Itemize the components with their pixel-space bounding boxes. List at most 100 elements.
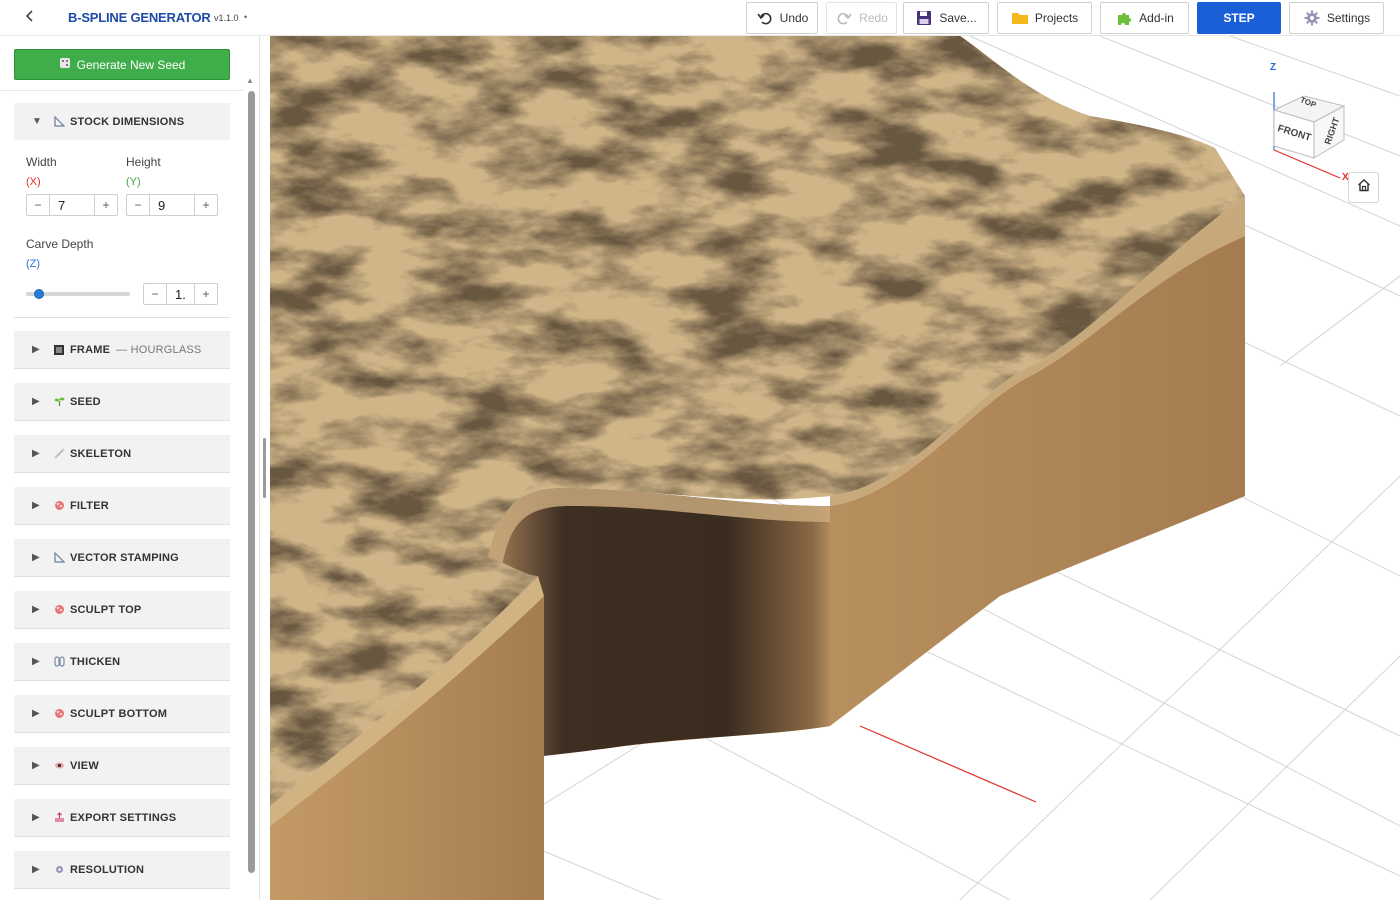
sidebar: Generate New Seed ▼ STOCK DIMENSIONS Wid… — [0, 36, 260, 900]
generate-new-seed-label: Generate New Seed — [76, 57, 186, 72]
section-thicken[interactable]: ▶ THICKEN — [14, 643, 230, 681]
carve-depth-label: Carve Depth — [26, 237, 94, 251]
section-title: THICKEN — [70, 655, 121, 668]
undo-icon — [756, 9, 774, 27]
unsaved-indicator: • — [244, 12, 248, 22]
section-title: SCULPT TOP — [70, 603, 142, 616]
section-vector-stamping[interactable]: ▶ VECTOR STAMPING — [14, 539, 230, 577]
carve-depth-slider-handle[interactable] — [34, 289, 44, 299]
section-view[interactable]: ▶ VIEW — [14, 747, 230, 785]
home-view-button[interactable] — [1348, 172, 1379, 203]
projects-label: Projects — [1034, 11, 1079, 25]
film-frame-icon — [52, 343, 66, 357]
triangle-right-icon: ▶ — [32, 500, 40, 511]
folder-icon — [1011, 9, 1029, 27]
carve-depth-increment-button[interactable]: + — [195, 284, 217, 304]
seedling-icon — [52, 395, 66, 409]
height-input[interactable]: 9 — [149, 195, 195, 215]
width-label: Width — [26, 155, 57, 169]
top-bar: B-SPLINE GENERATOR v1.1.0 • Undo Redo Sa… — [0, 0, 1400, 36]
triangle-right-icon: ▶ — [32, 864, 40, 875]
triangle-right-icon: ▶ — [32, 396, 40, 407]
floppy-disk-icon — [915, 9, 933, 27]
scroll-up-arrow-icon[interactable]: ▲ — [246, 76, 254, 85]
ruler-triangle-icon — [52, 115, 66, 129]
section-resolution[interactable]: ▶ RESOLUTION — [14, 851, 230, 889]
chevron-left-icon — [25, 9, 35, 27]
width-increment-button[interactable]: + — [95, 195, 117, 215]
palette-icon — [52, 603, 66, 617]
section-title: FRAME — [70, 343, 111, 356]
carve-depth-axis-label: (Z) — [26, 258, 41, 270]
triangle-right-icon: ▶ — [32, 708, 40, 719]
triangle-right-icon: ▶ — [32, 760, 40, 771]
gear-icon — [1303, 9, 1321, 27]
triangle-down-icon: ▼ — [32, 116, 42, 127]
redo-icon — [835, 9, 853, 27]
section-export-settings[interactable]: ▶ EXPORT SETTINGS — [14, 799, 230, 837]
export-tray-icon — [52, 811, 66, 825]
triangle-right-icon: ▶ — [32, 448, 40, 459]
width-stepper: − 7 + — [26, 194, 118, 216]
bone-icon — [52, 447, 66, 461]
eye-icon — [52, 759, 66, 773]
projects-button[interactable]: Projects — [997, 2, 1092, 34]
addin-label: Add-in — [1139, 11, 1174, 25]
undo-button[interactable]: Undo — [746, 2, 818, 34]
chain-link-icon — [52, 655, 66, 669]
panel-resize-handle[interactable] — [263, 438, 266, 498]
step-export-button[interactable]: STEP — [1197, 2, 1281, 34]
divider — [0, 90, 244, 91]
viewport-canvas[interactable] — [270, 36, 1400, 900]
puzzle-piece-icon — [1115, 9, 1133, 27]
section-stock-dimensions[interactable]: ▼ STOCK DIMENSIONS — [14, 103, 230, 141]
carve-depth-input[interactable]: 1. — [166, 284, 195, 304]
save-button[interactable]: Save... — [903, 2, 989, 34]
section-seed[interactable]: ▶ SEED — [14, 383, 230, 421]
redo-button[interactable]: Redo — [826, 2, 897, 34]
stock-dimensions-panel: Width (X) − 7 + Height (Y) − 9 + Carve D… — [14, 140, 230, 318]
app-title: B-SPLINE GENERATOR — [68, 10, 211, 25]
triangle-right-icon: ▶ — [32, 552, 40, 563]
undo-label: Undo — [779, 11, 809, 25]
triangle-right-icon: ▶ — [32, 604, 40, 615]
axis-z-label: Z — [1270, 62, 1277, 73]
height-axis-label: (Y) — [126, 176, 141, 188]
3d-viewport[interactable]: TOP FRONT RIGHT Z X — [270, 36, 1400, 900]
addin-button[interactable]: Add-in — [1100, 2, 1189, 34]
carve-depth-decrement-button[interactable]: − — [144, 284, 166, 304]
ruler-triangle-icon — [52, 551, 66, 565]
section-title: VIEW — [70, 759, 99, 772]
back-button[interactable] — [18, 6, 42, 30]
section-title: VECTOR STAMPING — [70, 551, 179, 564]
section-sculpt-top[interactable]: ▶ SCULPT TOP — [14, 591, 230, 629]
step-label: STEP — [1223, 11, 1255, 25]
section-title: SEED — [70, 395, 101, 408]
width-decrement-button[interactable]: − — [27, 195, 49, 215]
height-label: Height — [126, 155, 161, 169]
triangle-right-icon: ▶ — [32, 812, 40, 823]
carve-depth-stepper: − 1. + — [143, 283, 218, 305]
height-decrement-button[interactable]: − — [127, 195, 149, 215]
section-frame[interactable]: ▶ FRAME — HOURGLASS — [14, 331, 230, 369]
gear-icon — [52, 863, 66, 877]
section-title: STOCK DIMENSIONS — [70, 115, 185, 128]
palette-icon — [52, 499, 66, 513]
redo-label: Redo — [859, 11, 888, 25]
sidebar-scrollbar-thumb[interactable] — [248, 91, 255, 873]
settings-button[interactable]: Settings — [1289, 2, 1384, 34]
dice-icon — [59, 57, 71, 72]
section-skeleton[interactable]: ▶ SKELETON — [14, 435, 230, 473]
section-title: SKELETON — [70, 447, 132, 460]
section-sculpt-bottom[interactable]: ▶ SCULPT BOTTOM — [14, 695, 230, 733]
app-version: v1.1.0 — [214, 13, 239, 23]
generate-new-seed-button[interactable]: Generate New Seed — [14, 49, 230, 80]
width-axis-label: (X) — [26, 176, 41, 188]
save-label: Save... — [939, 11, 977, 25]
triangle-right-icon: ▶ — [32, 344, 40, 355]
height-increment-button[interactable]: + — [195, 195, 217, 215]
settings-label: Settings — [1326, 11, 1371, 25]
section-title: SCULPT BOTTOM — [70, 707, 168, 720]
section-filter[interactable]: ▶ FILTER — [14, 487, 230, 525]
width-input[interactable]: 7 — [49, 195, 95, 215]
